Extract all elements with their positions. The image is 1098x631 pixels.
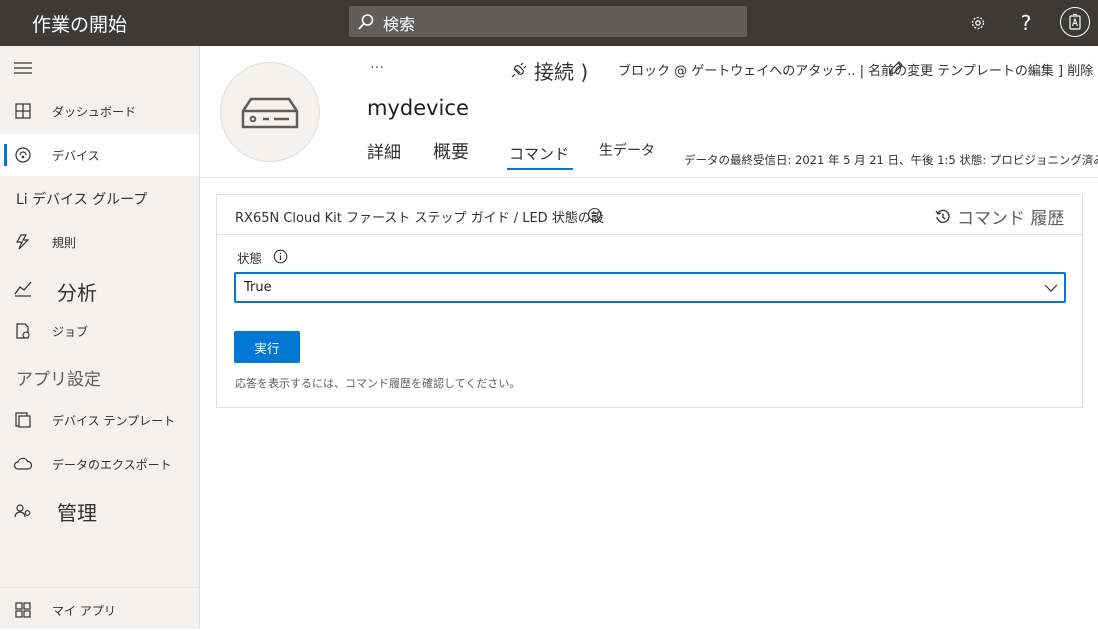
chevron-down-icon: [1044, 284, 1058, 292]
plug-icon: [511, 62, 526, 77]
sidebar-item-my-apps[interactable]: マイ アプリ: [0, 589, 199, 631]
connect-label: 接続 ): [534, 60, 589, 84]
sidebar-item-data-export[interactable]: データのエクスポート: [0, 443, 199, 485]
search-box[interactable]: 検索: [349, 6, 747, 37]
command-card: RX65N Cloud Kit ファースト ステップ ガイド / LED 状態の…: [216, 194, 1083, 408]
tab-commands[interactable]: コマンド: [509, 143, 569, 164]
sidebar-item-analytics[interactable]: 分析: [0, 270, 199, 312]
device-actions[interactable]: ブロック @ ゲートウェイへのアタッチ.. | 名前の変更 テンプレートの編集 …: [618, 60, 1093, 79]
response-hint: 応答を表示するには、コマンド履歴を確認してください。: [235, 377, 521, 390]
command-settings-icon: [587, 207, 602, 222]
sidebar-item-device-groups[interactable]: Li デバイス グループ: [0, 178, 199, 220]
settings-button[interactable]: [966, 11, 990, 35]
administration-icon: [14, 504, 31, 518]
account-avatar[interactable]: [1060, 7, 1090, 37]
search-input[interactable]: 検索: [383, 11, 415, 35]
active-tab-indicator: [507, 168, 573, 170]
gear-icon: [971, 16, 985, 30]
sidebar-item-administration[interactable]: 管理: [0, 490, 199, 532]
help-icon: ?: [1020, 11, 1032, 35]
sidebar-item-label: Li デバイス グループ: [16, 192, 148, 208]
state-select-value: True: [244, 280, 272, 295]
app-title[interactable]: 作業の開始: [32, 10, 127, 37]
rules-icon: [15, 234, 30, 250]
device-avatar: [220, 62, 320, 162]
my-apps-icon: [15, 602, 31, 618]
sidebar-item-label: デバイス: [52, 148, 100, 163]
sidebar-section-label: アプリ設定: [16, 369, 101, 390]
device-header: … 接続 ) ブロック @ ゲートウェイへのアタッチ.. | 名前の変更 テンプ…: [200, 46, 1098, 178]
sidebar-item-dashboard[interactable]: ダッシュボード: [0, 90, 199, 132]
hamburger-menu-icon[interactable]: [14, 62, 32, 74]
info-icon[interactable]: [273, 249, 288, 264]
connect-button[interactable]: 接続 ): [510, 56, 588, 85]
sidebar-item-devices[interactable]: デバイス: [0, 134, 199, 176]
sidebar-section-app-settings: アプリ設定: [0, 356, 199, 398]
tab-details[interactable]: 詳細: [367, 138, 401, 163]
analytics-icon: [14, 281, 32, 297]
sidebar-item-label: 分析: [57, 280, 97, 305]
sidebar-item-label: マイ アプリ: [52, 603, 116, 618]
cloud-export-icon: [14, 457, 32, 470]
jobs-icon: [16, 323, 30, 339]
sidebar-item-rules[interactable]: 規則: [0, 221, 199, 263]
sidebar-item-device-templates[interactable]: デバイス テンプレート: [0, 399, 199, 441]
dashboard-icon: [15, 103, 31, 119]
top-bar: 作業の開始 検索 ?: [0, 0, 1098, 46]
device-icon: [241, 97, 299, 129]
sidebar-divider: [0, 587, 199, 588]
sidebar-item-label: 管理: [57, 500, 97, 525]
device-templates-icon: [15, 412, 31, 428]
help-button[interactable]: ?: [1014, 11, 1038, 35]
edit-icon[interactable]: [888, 60, 904, 76]
sidebar: ダッシュボード デバイス Li デバイス グループ 規則 分析 ジョブ アプリ設…: [0, 46, 200, 629]
sidebar-item-label: デバイス テンプレート: [52, 413, 176, 428]
command-card-header: RX65N Cloud Kit ファースト ステップ ガイド / LED 状態の…: [217, 195, 1082, 235]
sidebar-item-label: ジョブ: [52, 324, 89, 339]
user-icon: [1069, 13, 1081, 30]
state-select[interactable]: True: [234, 272, 1066, 303]
search-icon: [358, 14, 374, 30]
history-icon: [935, 209, 950, 223]
devices-icon: [15, 147, 31, 163]
device-name: mydevice: [367, 96, 469, 120]
sidebar-item-label: 規則: [52, 235, 77, 250]
tab-overview[interactable]: 概要: [433, 138, 469, 164]
last-data-status: データの最終受信日: 2021 年 5 月 21 日、午後 1:5 状態: プロ…: [684, 153, 1098, 167]
command-breadcrumb: RX65N Cloud Kit ファースト ステップ ガイド / LED 状態の…: [235, 211, 604, 226]
sidebar-item-label: データのエクスポート: [52, 457, 172, 472]
command-history-button[interactable]: コマンド 履歴: [935, 204, 1064, 229]
more-actions-button[interactable]: …: [370, 56, 384, 72]
sidebar-item-jobs[interactable]: ジョブ: [0, 310, 199, 352]
run-button[interactable]: 実行: [234, 331, 300, 363]
sidebar-item-label: ダッシュボード: [52, 104, 137, 119]
tab-raw-data[interactable]: 生データ: [599, 140, 655, 160]
command-history-label: コマンド 履歴: [957, 209, 1065, 229]
state-field-label: 状態: [237, 251, 263, 266]
